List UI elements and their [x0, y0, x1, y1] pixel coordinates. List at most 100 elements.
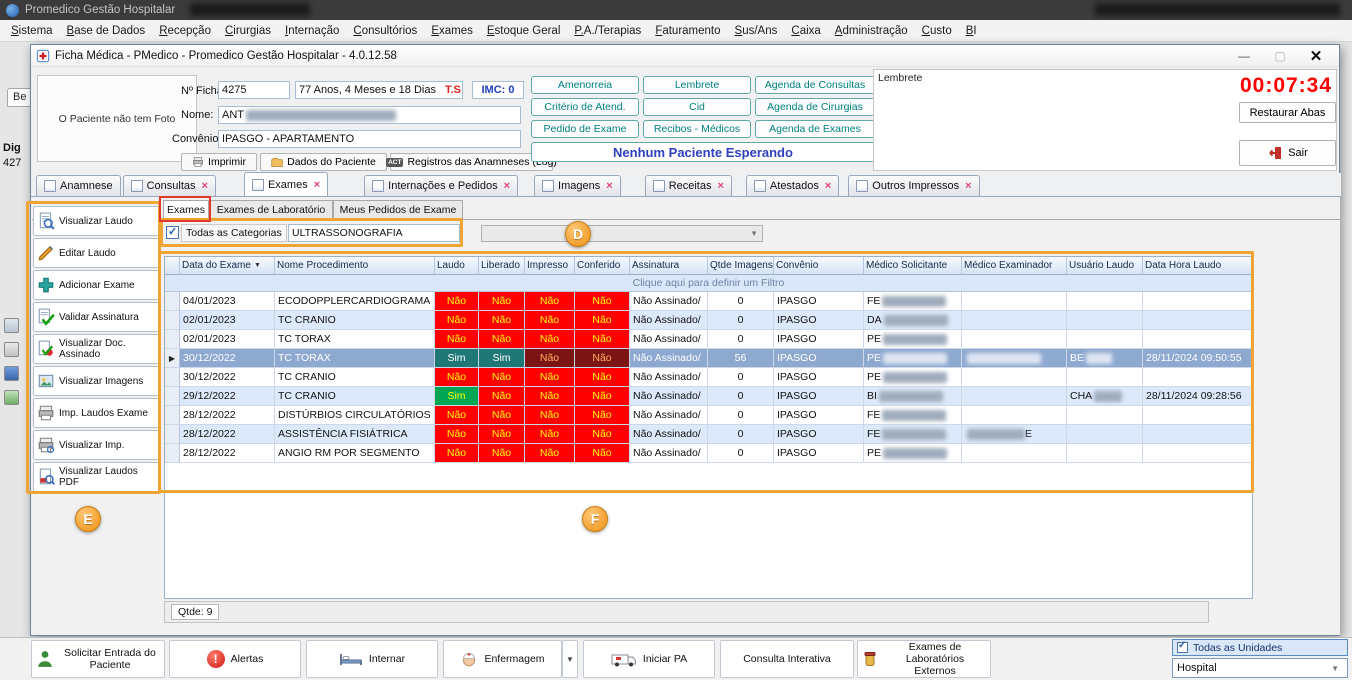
- grid-column-header[interactable]: Data Hora Laudo: [1143, 257, 1253, 274]
- menu-sistema[interactable]: Sistema: [4, 22, 60, 40]
- subtab-meus-pedidos-exame[interactable]: Meus Pedidos de Exame: [333, 200, 463, 220]
- grid-row[interactable]: 29/12/2022TC CRANIOSimNãoNãoNãoNão Assin…: [165, 387, 1252, 406]
- recibos-medicos-button[interactable]: Recibos - Médicos: [643, 120, 751, 138]
- menu-recepcao[interactable]: Recepção: [152, 22, 218, 40]
- tab-close-icon[interactable]: ×: [202, 180, 208, 192]
- grid-row[interactable]: ▶30/12/2022TC TORAXSimSimNãoNãoNão Assin…: [165, 349, 1252, 368]
- grid-row[interactable]: 28/12/2022ANGIO RM POR SEGMENTONãoNãoNão…: [165, 444, 1252, 463]
- agenda-cirurgias-button[interactable]: Agenda de Cirurgias: [755, 98, 875, 116]
- menu-bi[interactable]: BI: [959, 22, 984, 40]
- criterio-atend-button[interactable]: Critério de Atend.: [531, 98, 639, 116]
- enfermagem-dropdown-arrow[interactable]: ▼: [562, 640, 578, 678]
- menu-faturamento[interactable]: Faturamento: [648, 22, 727, 40]
- adicionar-exame-button[interactable]: Adicionar Exame: [33, 270, 160, 300]
- subtab-exames-laboratorio[interactable]: Exames de Laboratório: [209, 200, 333, 220]
- dados-paciente-button[interactable]: Dados do Paciente: [260, 153, 387, 171]
- imprimir-button[interactable]: Imprimir: [181, 153, 257, 171]
- grid-column-header[interactable]: Assinatura: [630, 257, 708, 274]
- ficha-input[interactable]: 4275: [218, 81, 290, 99]
- solicitar-entrada-button[interactable]: Solicitar Entrada do Paciente: [31, 640, 165, 678]
- menu-internacao[interactable]: Internação: [278, 22, 346, 40]
- pedido-exame-button[interactable]: Pedido de Exame: [531, 120, 639, 138]
- amenorreia-button[interactable]: Amenorreia: [531, 76, 639, 94]
- minimize-button[interactable]: —: [1226, 45, 1262, 66]
- menu-consultorios[interactable]: Consultórios: [346, 22, 424, 40]
- grid-column-header[interactable]: Médico Solicitante: [864, 257, 962, 274]
- tab-imagens[interactable]: Imagens ×: [534, 175, 621, 196]
- validar-assinatura-button[interactable]: Validar Assinatura: [33, 302, 160, 332]
- editar-laudo-button[interactable]: Editar Laudo: [33, 238, 160, 268]
- tab-receitas[interactable]: Receitas ×: [645, 175, 732, 196]
- maximize-button[interactable]: ▢: [1262, 45, 1298, 66]
- secondary-filter-combobox[interactable]: ▼: [481, 225, 763, 242]
- grid-row[interactable]: 04/01/2023ECODOPPLERCARDIOGRAMANãoNãoNão…: [165, 292, 1252, 311]
- restaurar-abas-button[interactable]: Restaurar Abas: [1239, 102, 1336, 123]
- menu-exames[interactable]: Exames: [424, 22, 480, 40]
- menu-cirurgias[interactable]: Cirurgias: [218, 22, 278, 40]
- grid-row[interactable]: 28/12/2022ASSISTÊNCIA FISIÁTRICANãoNãoNã…: [165, 425, 1252, 444]
- tab-internacoes-pedidos[interactable]: Internações e Pedidos ×: [364, 175, 518, 196]
- menu-estoque-geral[interactable]: Estoque Geral: [480, 22, 568, 40]
- categoria-combobox[interactable]: ULTRASSONOGRAFIA: [288, 224, 460, 242]
- agenda-exames-button[interactable]: Agenda de Exames: [755, 120, 875, 138]
- close-button[interactable]: ✕: [1298, 45, 1334, 66]
- imprimir-laudos-exame-button[interactable]: Imp. Laudos Exame: [33, 398, 160, 428]
- grid-column-header[interactable]: Liberado: [479, 257, 525, 274]
- grid-column-header[interactable]: Impresso: [525, 257, 575, 274]
- todas-unidades-checkbox[interactable]: [1177, 642, 1188, 653]
- tab-close-icon[interactable]: ×: [825, 180, 831, 192]
- menu-administracao[interactable]: Administração: [828, 22, 915, 40]
- window-titlebar[interactable]: Ficha Médica - PMedico - Promedico Gestã…: [31, 45, 1339, 67]
- grid-row[interactable]: 02/01/2023TC CRANIONãoNãoNãoNãoNão Assin…: [165, 311, 1252, 330]
- convenio-input[interactable]: IPASGO - APARTAMENTO: [218, 130, 521, 148]
- grid-column-header[interactable]: Médico Examinador: [962, 257, 1067, 274]
- menu-custo[interactable]: Custo: [915, 22, 959, 40]
- menu-pa-terapias[interactable]: P.A./Terapias: [567, 22, 648, 40]
- menu-base-de-dados[interactable]: Base de Dados: [60, 22, 153, 40]
- grid-column-header[interactable]: Qtde Imagens: [708, 257, 774, 274]
- internar-button[interactable]: Internar: [306, 640, 438, 678]
- agenda-consultas-button[interactable]: Agenda de Consultas: [755, 76, 875, 94]
- grid-row[interactable]: 28/12/2022DISTÚRBIOS CIRCULATÓRIOSNãoNão…: [165, 406, 1252, 425]
- grid-column-header[interactable]: Convênio: [774, 257, 864, 274]
- nome-input[interactable]: ANT: [218, 106, 521, 124]
- grid-row[interactable]: 02/01/2023TC TORAXNãoNãoNãoNãoNão Assina…: [165, 330, 1252, 349]
- unidade-combobox[interactable]: Hospital ▼: [1172, 658, 1348, 678]
- visualizar-laudos-pdf-button[interactable]: Visualizar Laudos PDF: [33, 462, 160, 492]
- visualizar-impressao-button[interactable]: Visualizar Imp.: [33, 430, 160, 460]
- grid-filter-row[interactable]: Clique aqui para definir um Filtro: [165, 275, 1252, 292]
- subtab-exames[interactable]: Exames: [163, 200, 209, 220]
- alertas-button[interactable]: Alertas: [169, 640, 301, 678]
- grid-indicator-header[interactable]: [165, 257, 180, 274]
- tab-consultas[interactable]: Consultas ×: [123, 175, 216, 196]
- tab-close-icon[interactable]: ×: [504, 180, 510, 192]
- grid-column-header[interactable]: Nome Procedimento: [275, 257, 435, 274]
- exames-lab-externos-button[interactable]: Exames de Laboratórios Externos: [857, 640, 991, 678]
- enfermagem-button[interactable]: Enfermagem: [443, 640, 562, 678]
- visualizar-laudo-button[interactable]: Visualizar Laudo: [33, 206, 160, 236]
- grid-column-header[interactable]: Laudo: [435, 257, 479, 274]
- menu-caixa[interactable]: Caixa: [784, 22, 827, 40]
- tab-outros-impressos[interactable]: Outros Impressos ×: [848, 175, 979, 196]
- grid-column-header[interactable]: Usuário Laudo: [1067, 257, 1143, 274]
- sair-button[interactable]: Sair: [1239, 140, 1336, 166]
- todas-categorias-checkbox[interactable]: [166, 226, 179, 239]
- consulta-interativa-button[interactable]: Consulta Interativa: [720, 640, 854, 678]
- grid-column-header[interactable]: Data do Exame▼: [180, 257, 275, 274]
- grid-row[interactable]: 30/12/2022TC CRANIONãoNãoNãoNãoNão Assin…: [165, 368, 1252, 387]
- tab-close-icon[interactable]: ×: [606, 180, 612, 192]
- registros-anamneses-button[interactable]: ACT Registros das Anamneses (Log): [390, 153, 553, 171]
- menu-sus-ans[interactable]: Sus/Ans: [728, 22, 785, 40]
- tab-atestados[interactable]: Atestados ×: [746, 175, 839, 196]
- cid-button[interactable]: Cid: [643, 98, 751, 116]
- tab-close-icon[interactable]: ×: [965, 180, 971, 192]
- tab-anamnese[interactable]: Anamnese: [36, 175, 121, 196]
- tab-exames[interactable]: Exames ×: [244, 172, 328, 196]
- iniciar-pa-button[interactable]: Iniciar PA: [583, 640, 715, 678]
- tab-close-icon[interactable]: ×: [717, 180, 723, 192]
- grid-column-header[interactable]: Conferido: [575, 257, 630, 274]
- visualizar-imagens-button[interactable]: Visualizar Imagens: [33, 366, 160, 396]
- visualizar-doc-assinado-button[interactable]: Visualizar Doc. Assinado: [33, 334, 160, 364]
- tab-close-icon[interactable]: ×: [314, 179, 320, 191]
- lembrete-button[interactable]: Lembrete: [643, 76, 751, 94]
